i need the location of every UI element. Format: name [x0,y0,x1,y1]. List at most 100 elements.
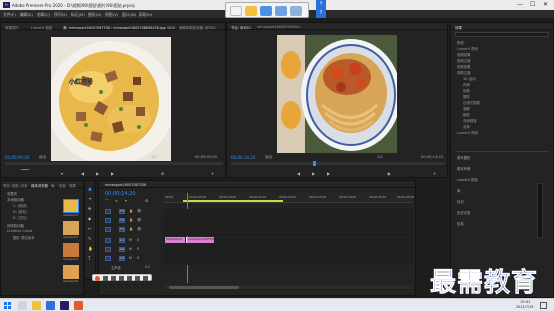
input-method-bar[interactable] [92,274,152,281]
ime-settings-icon[interactable] [143,276,148,281]
tree-item[interactable]: 网络驱动器 [7,223,24,228]
effects-item[interactable]: Lumetri 预设 [457,130,478,135]
program-playhead[interactable] [313,161,316,166]
eye-icon[interactable]: 👁 [137,218,141,222]
program-ratio-select[interactable]: 1/2 [377,155,383,159]
lock-icon[interactable]: 🔒 [129,227,133,231]
tab-media-browser[interactable]: 媒体浏览器 [31,183,48,188]
premiere-taskbar-icon[interactable] [60,301,69,310]
solo-button[interactable]: S [137,256,139,260]
program-add-button[interactable]: + [433,171,436,176]
file-explorer-icon[interactable] [32,301,41,310]
menu-marker[interactable]: 标记(M) [71,12,85,18]
slip-tool-icon[interactable]: ↔ [88,226,91,231]
close-button[interactable]: ✕ [543,1,548,8]
tab-info[interactable]: 信息 [59,183,66,188]
clip-2[interactable]: mmexport16057087538 [186,237,214,243]
program-timecode[interactable]: 00;00;14;20 [231,155,255,160]
notification-icon[interactable] [540,302,547,309]
tab-project[interactable]: 项目: 招贴 (无标题) [3,183,27,188]
minimize-button[interactable]: — [517,1,523,8]
program-play-button[interactable]: ▶ [312,171,315,176]
ime-punct-icon[interactable] [111,276,116,281]
track-label-a1[interactable]: A1 [119,238,125,243]
monitor-icon[interactable] [275,6,287,16]
eye-icon[interactable]: 👁 [137,209,141,213]
mute-button[interactable]: M [129,238,132,242]
track-target-v1[interactable] [105,227,111,232]
ime-voice-icon[interactable] [127,276,132,281]
effects-item[interactable]: 缩放 [463,112,470,117]
menu-file[interactable]: 文件(F) [3,12,16,18]
solo-button[interactable]: S [137,247,139,251]
tab-source[interactable]: 源: mmexport16057087538 : mmexport1605708… [63,25,175,30]
side-blue-tab[interactable]: ↑ ? [316,0,326,18]
track-target-v2[interactable] [105,218,111,223]
effects-item[interactable]: 内滑 [463,82,470,87]
tab-effects[interactable]: 效果 [69,183,76,188]
effects-item[interactable]: 沉浸式视频 [463,100,480,105]
source-marker-button[interactable]: ▾ [61,171,63,176]
ime-emoji-icon[interactable] [119,276,124,281]
effects-item[interactable]: 溶解 [463,106,470,111]
source-time-ruler[interactable] [5,162,223,165]
panel-link-essential-sound[interactable]: 基本声音 [457,166,471,171]
program-step-back-button[interactable]: ◀ [297,171,300,176]
tree-item[interactable]: 收藏夹 [7,191,17,196]
tab-audio-clip-mixer[interactable]: 音频剪辑混合器: 序列01 [179,25,223,30]
up-arrow-icon[interactable]: ↑ [316,0,326,9]
menu-clip[interactable]: 剪辑(C) [37,12,50,18]
tab-program[interactable]: 节目: 序列01 [231,25,251,30]
timeline-settings-icon[interactable]: ⚙ [145,199,148,203]
source-step-back-button[interactable]: ◀ [81,171,84,176]
folder-icon[interactable] [245,6,257,16]
ime-keyboard-icon[interactable] [135,276,140,281]
source-playhead[interactable] [21,166,29,170]
menu-window[interactable]: 窗口(W) [122,12,136,18]
work-area-bar[interactable] [183,200,283,202]
eye-icon[interactable]: 👁 [137,227,141,231]
clip-1[interactable]: mmexport1 [165,237,185,243]
windows-start-icon[interactable] [4,302,11,309]
menu-sequence[interactable]: 序列(S) [54,12,67,18]
razor-tool-icon[interactable]: ◆ [88,216,91,221]
video-lanes[interactable] [163,209,413,236]
effects-item[interactable]: 3D 运动 [463,76,476,81]
effects-item[interactable]: 视频效果 [457,64,471,69]
effects-item[interactable]: Lumetri 预设 [457,46,478,51]
track-target-a3[interactable] [105,256,111,261]
mute-button[interactable]: M [129,247,132,251]
track-label-a3[interactable]: A3 [119,256,125,261]
media-thumbnail[interactable] [63,265,79,279]
track-label-v1[interactable]: V1 [119,227,125,232]
media-thumbnail[interactable] [63,221,79,235]
track-target-a1[interactable] [105,238,111,243]
effects-search-input[interactable] [455,32,549,37]
tab-effect-controls[interactable]: 效果控件 [5,25,19,30]
mute-button[interactable]: M [129,256,132,260]
program-step-forward-button[interactable]: ▶ [327,171,330,176]
timeline-ruler[interactable]: 00;00 00;00;05;00 00;00;10;00 00;00;15;0… [163,193,414,203]
source-play-button[interactable]: ▶ [96,171,99,176]
media-thumbnail[interactable] [63,199,79,213]
panel-link-history[interactable]: 历史记录 [457,210,471,215]
panel-link-info[interactable]: 信息 [457,221,464,226]
program-time-ruler[interactable] [231,162,445,165]
tab-libraries[interactable]: 库 [51,183,54,188]
source-add-button[interactable]: + [211,171,214,176]
effects-item[interactable]: 划像 [463,88,470,93]
tab-sequence[interactable]: mmexport16057087538 [105,183,146,187]
tree-item[interactable]: 本地驱动器 [7,197,24,202]
app-taskbar-icon[interactable] [74,301,83,310]
effects-item[interactable]: 擦除 [463,94,470,99]
tab-program-clip[interactable]: mmexport160587000001 [257,25,300,29]
track-label-v3[interactable]: V3 [119,209,125,214]
source-step-forward-button[interactable]: ▶ [111,171,114,176]
ime-mode-icon[interactable] [103,276,108,281]
menu-help[interactable]: 帮助(H) [139,12,152,18]
lock-icon[interactable]: 🔒 [129,209,133,213]
menu-view[interactable]: 视图(V) [105,12,118,18]
tree-item[interactable]: E: (文件) [13,215,27,220]
effects-item[interactable]: 音频过渡 [457,58,471,63]
source-insert-button[interactable]: ⊞ [161,171,164,176]
